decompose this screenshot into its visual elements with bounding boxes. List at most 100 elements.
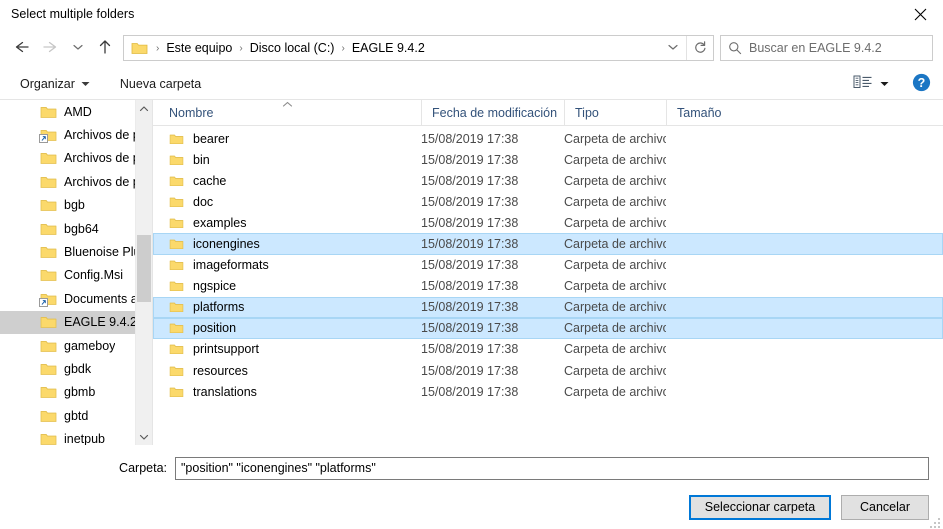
table-row[interactable]: examples 15/08/2019 17:38 Carpeta de archi… — [153, 212, 943, 233]
tree-item[interactable]: inetpub — [0, 427, 135, 445]
cell-name-label: examples — [193, 215, 247, 230]
cell-date: 15/08/2019 17:38 — [421, 342, 519, 357]
new-folder-label: Nueva carpeta — [119, 76, 202, 91]
cell-name: printsupport — [154, 342, 421, 356]
tree-item[interactable]: gameboy — [0, 334, 135, 357]
shortcut-overlay-icon — [39, 134, 48, 144]
folder-icon — [40, 362, 57, 376]
dialog-body: AMD Archivos de pr Archivos de pr Archivos … — [0, 100, 943, 445]
column-header-size[interactable]: Tamaño — [666, 100, 746, 125]
cancel-button[interactable]: Cancelar — [841, 494, 929, 520]
table-row[interactable]: position 15/08/2019 17:38 Carpeta de archi… — [153, 317, 943, 339]
refresh-button[interactable] — [686, 36, 713, 60]
tree-scroll-up-button[interactable] — [136, 100, 152, 117]
forward-button[interactable] — [36, 33, 66, 63]
table-row[interactable]: iconengines 15/08/2019 17:38 Carpeta de ar… — [153, 233, 943, 255]
table-row[interactable]: bin 15/08/2019 17:38 Carpeta de archivos — [153, 149, 943, 170]
svg-text:?: ? — [917, 76, 925, 90]
breadcrumb-item-0[interactable]: Este equipo — [163, 40, 235, 56]
breadcrumb-item-1[interactable]: Disco local (C:) — [247, 40, 338, 56]
table-row[interactable]: printsupport 15/08/2019 17:38 Carpeta de a… — [153, 339, 943, 360]
search-box[interactable]: Buscar en EAGLE 9.4.2 — [720, 35, 933, 61]
table-row[interactable]: platforms 15/08/2019 17:38 Carpeta de arch… — [153, 296, 943, 318]
address-dropdown-button[interactable] — [660, 36, 686, 60]
tree-item[interactable]: gbdk — [0, 357, 135, 380]
tree-item[interactable]: Archivos de pr — [0, 123, 135, 146]
column-header-name[interactable]: Nombre — [153, 100, 421, 125]
organize-button[interactable]: Organizar — [14, 74, 96, 94]
folder-icon — [169, 365, 184, 377]
tree-scrollbar[interactable] — [135, 100, 152, 445]
table-row[interactable]: cache 15/08/2019 17:38 Carpeta de archivos — [153, 170, 943, 191]
tree-item-label: Bluenoise Plug — [64, 245, 135, 260]
cell-type: Carpeta de archivos — [564, 321, 666, 336]
cell-name: iconengines — [154, 237, 421, 251]
cell-name: position — [154, 321, 421, 335]
cell-type: Carpeta de archivos — [564, 342, 666, 357]
dialog-footer: Carpeta: "position" "iconengines" "platf… — [0, 445, 943, 529]
address-bar[interactable]: › Este equipo › Disco local (C:) › EAGLE… — [123, 35, 714, 61]
folder-icon — [40, 245, 57, 259]
tree-item[interactable]: Config.Msi — [0, 264, 135, 287]
resize-grip[interactable] — [928, 516, 940, 528]
column-header-row: Nombre Fecha de modificación Tipo Tamaño — [153, 100, 943, 126]
cell-date: 15/08/2019 17:38 — [421, 152, 519, 167]
close-button[interactable] — [897, 0, 943, 28]
table-row[interactable]: ngspice 15/08/2019 17:38 Carpeta de archiv… — [153, 276, 943, 297]
tree-scrollbar-thumb[interactable] — [137, 235, 151, 302]
folder-icon — [40, 151, 57, 165]
up-button[interactable] — [90, 33, 120, 63]
search-input[interactable]: Buscar en EAGLE 9.4.2 — [749, 41, 882, 55]
tree-item[interactable]: Archivos de pr — [0, 147, 135, 170]
table-row[interactable]: resources 15/08/2019 17:38 Carpeta de arch… — [153, 360, 943, 381]
tree-scroll-down-button[interactable] — [136, 428, 152, 445]
folder-icon — [40, 385, 57, 399]
tree-item[interactable]: EAGLE 9.4.2 — [0, 310, 135, 334]
close-icon — [914, 8, 927, 21]
tree-item[interactable]: bgb — [0, 194, 135, 217]
breadcrumb-item-2[interactable]: EAGLE 9.4.2 — [349, 40, 428, 56]
tree-item[interactable]: gbtd — [0, 404, 135, 427]
breadcrumb-separator: › — [341, 42, 345, 54]
column-header-name-label: Nombre — [169, 105, 214, 120]
cell-type: Carpeta de archivos — [564, 215, 666, 230]
cell-name: bin — [154, 153, 421, 167]
file-list-rows: bearer 15/08/2019 17:38 Carpeta de archivo… — [153, 126, 943, 445]
table-row[interactable]: bearer 15/08/2019 17:38 Carpeta de archivo… — [153, 128, 943, 149]
tree-item[interactable]: Archivos de pr — [0, 170, 135, 193]
change-view-button[interactable] — [849, 71, 893, 96]
select-folder-button[interactable]: Seleccionar carpeta — [689, 494, 831, 520]
recent-locations-button[interactable] — [66, 33, 90, 63]
tree-item[interactable]: bgb64 — [0, 217, 135, 240]
tree-item-label: Archivos de pr — [64, 174, 135, 189]
tree-item[interactable]: gbmb — [0, 381, 135, 404]
refresh-icon — [693, 40, 707, 57]
help-button[interactable]: ? — [907, 72, 935, 96]
folder-icon — [169, 238, 184, 250]
cell-type: Carpeta de archivos — [564, 173, 666, 188]
tree-item-label: gbmb — [64, 385, 96, 400]
table-row[interactable]: doc 15/08/2019 17:38 Carpeta de archivos — [153, 191, 943, 212]
tree-item[interactable]: AMD — [0, 100, 135, 123]
new-folder-button[interactable]: Nueva carpeta — [114, 74, 207, 94]
column-header-date[interactable]: Fecha de modificación — [421, 100, 564, 125]
cell-type: Carpeta de archivos — [564, 279, 666, 294]
table-row[interactable]: imageformats 15/08/2019 17:38 Carpeta de a… — [153, 255, 943, 276]
cell-type: Carpeta de archivos — [564, 131, 666, 146]
folder-input[interactable]: "position" "iconengines" "platforms" — [175, 456, 929, 480]
search-icon — [721, 41, 749, 55]
cell-name-label: doc — [193, 194, 214, 209]
folder-icon — [169, 343, 184, 355]
table-row[interactable]: translations 15/08/2019 17:38 Carpeta de a… — [153, 381, 943, 402]
caret-down-icon — [880, 81, 889, 87]
folder-icon — [169, 301, 184, 313]
dialog-button-row: Seleccionar carpeta Cancelar — [0, 485, 943, 529]
column-header-type[interactable]: Tipo — [564, 100, 666, 125]
cell-name-label: platforms — [193, 300, 245, 315]
cell-name-label: bearer — [193, 131, 230, 146]
folder-icon — [40, 198, 57, 212]
back-button[interactable] — [6, 33, 36, 63]
tree-item[interactable]: Documents an — [0, 287, 135, 310]
tree-item[interactable]: Bluenoise Plug — [0, 240, 135, 263]
folder-tree: AMD Archivos de pr Archivos de pr Archivos … — [0, 100, 153, 445]
